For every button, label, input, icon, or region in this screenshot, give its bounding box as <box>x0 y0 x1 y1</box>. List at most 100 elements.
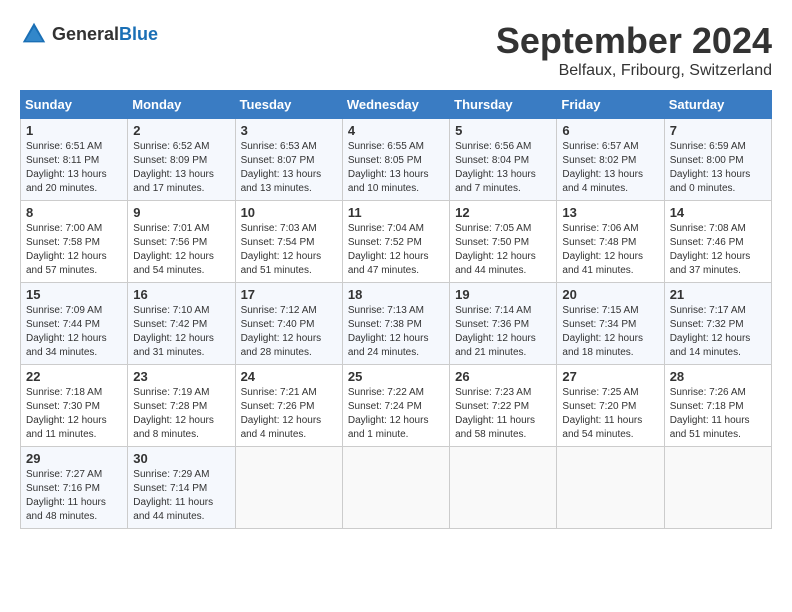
day-info: Sunrise: 7:09 AM Sunset: 7:44 PM Dayligh… <box>26 304 122 360</box>
daylight-text: Daylight: 11 hours and 54 minutes. <box>562 415 642 440</box>
sunset-text: Sunset: 8:09 PM <box>133 155 207 166</box>
sunset-text: Sunset: 7:18 PM <box>670 401 744 412</box>
day-number: 5 <box>455 123 551 138</box>
sunrise-text: Sunrise: 7:25 AM <box>562 387 638 398</box>
daylight-text: Daylight: 13 hours and 7 minutes. <box>455 169 536 194</box>
day-info: Sunrise: 7:06 AM Sunset: 7:48 PM Dayligh… <box>562 222 658 278</box>
daylight-text: Daylight: 12 hours and 28 minutes. <box>241 333 322 358</box>
daylight-text: Daylight: 13 hours and 0 minutes. <box>670 169 751 194</box>
calendar-cell: 21 Sunrise: 7:17 AM Sunset: 7:32 PM Dayl… <box>664 283 771 365</box>
calendar-cell: 26 Sunrise: 7:23 AM Sunset: 7:22 PM Dayl… <box>450 365 557 447</box>
daylight-text: Daylight: 13 hours and 13 minutes. <box>241 169 322 194</box>
day-number: 16 <box>133 287 229 302</box>
sunset-text: Sunset: 7:52 PM <box>348 237 422 248</box>
sunrise-text: Sunrise: 6:59 AM <box>670 141 746 152</box>
day-number: 24 <box>241 369 337 384</box>
day-info: Sunrise: 6:59 AM Sunset: 8:00 PM Dayligh… <box>670 140 766 196</box>
calendar-cell: 28 Sunrise: 7:26 AM Sunset: 7:18 PM Dayl… <box>664 365 771 447</box>
sunset-text: Sunset: 7:40 PM <box>241 319 315 330</box>
day-number: 25 <box>348 369 444 384</box>
daylight-text: Daylight: 12 hours and 57 minutes. <box>26 251 107 276</box>
day-info: Sunrise: 7:14 AM Sunset: 7:36 PM Dayligh… <box>455 304 551 360</box>
calendar-cell: 23 Sunrise: 7:19 AM Sunset: 7:28 PM Dayl… <box>128 365 235 447</box>
calendar-cell: 16 Sunrise: 7:10 AM Sunset: 7:42 PM Dayl… <box>128 283 235 365</box>
sunset-text: Sunset: 7:38 PM <box>348 319 422 330</box>
day-info: Sunrise: 6:51 AM Sunset: 8:11 PM Dayligh… <box>26 140 122 196</box>
title-section: September 2024 Belfaux, Fribourg, Switze… <box>496 20 772 80</box>
location-title: Belfaux, Fribourg, Switzerland <box>496 62 772 80</box>
calendar-week-row: 1 Sunrise: 6:51 AM Sunset: 8:11 PM Dayli… <box>21 119 772 201</box>
calendar-cell: 8 Sunrise: 7:00 AM Sunset: 7:58 PM Dayli… <box>21 201 128 283</box>
daylight-text: Daylight: 12 hours and 54 minutes. <box>133 251 214 276</box>
daylight-text: Daylight: 11 hours and 48 minutes. <box>26 497 106 522</box>
day-number: 1 <box>26 123 122 138</box>
sunrise-text: Sunrise: 7:13 AM <box>348 305 424 316</box>
sunset-text: Sunset: 7:58 PM <box>26 237 100 248</box>
day-info: Sunrise: 7:08 AM Sunset: 7:46 PM Dayligh… <box>670 222 766 278</box>
sunrise-text: Sunrise: 7:15 AM <box>562 305 638 316</box>
weekday-header-friday: Friday <box>557 91 664 119</box>
calendar-week-row: 29 Sunrise: 7:27 AM Sunset: 7:16 PM Dayl… <box>21 447 772 529</box>
calendar-cell: 13 Sunrise: 7:06 AM Sunset: 7:48 PM Dayl… <box>557 201 664 283</box>
calendar-table: SundayMondayTuesdayWednesdayThursdayFrid… <box>20 90 772 529</box>
sunrise-text: Sunrise: 6:55 AM <box>348 141 424 152</box>
calendar-cell: 30 Sunrise: 7:29 AM Sunset: 7:14 PM Dayl… <box>128 447 235 529</box>
calendar-week-row: 15 Sunrise: 7:09 AM Sunset: 7:44 PM Dayl… <box>21 283 772 365</box>
sunset-text: Sunset: 8:02 PM <box>562 155 636 166</box>
calendar-cell: 27 Sunrise: 7:25 AM Sunset: 7:20 PM Dayl… <box>557 365 664 447</box>
sunset-text: Sunset: 7:44 PM <box>26 319 100 330</box>
day-info: Sunrise: 7:25 AM Sunset: 7:20 PM Dayligh… <box>562 386 658 442</box>
day-number: 12 <box>455 205 551 220</box>
daylight-text: Daylight: 12 hours and 41 minutes. <box>562 251 643 276</box>
calendar-cell: 17 Sunrise: 7:12 AM Sunset: 7:40 PM Dayl… <box>235 283 342 365</box>
day-info: Sunrise: 7:27 AM Sunset: 7:16 PM Dayligh… <box>26 468 122 524</box>
sunrise-text: Sunrise: 7:12 AM <box>241 305 317 316</box>
sunset-text: Sunset: 8:00 PM <box>670 155 744 166</box>
daylight-text: Daylight: 12 hours and 4 minutes. <box>241 415 322 440</box>
calendar-week-row: 22 Sunrise: 7:18 AM Sunset: 7:30 PM Dayl… <box>21 365 772 447</box>
sunrise-text: Sunrise: 7:08 AM <box>670 223 746 234</box>
day-number: 23 <box>133 369 229 384</box>
daylight-text: Daylight: 12 hours and 11 minutes. <box>26 415 107 440</box>
calendar-cell: 4 Sunrise: 6:55 AM Sunset: 8:05 PM Dayli… <box>342 119 449 201</box>
daylight-text: Daylight: 13 hours and 4 minutes. <box>562 169 643 194</box>
day-info: Sunrise: 7:15 AM Sunset: 7:34 PM Dayligh… <box>562 304 658 360</box>
sunrise-text: Sunrise: 6:52 AM <box>133 141 209 152</box>
weekday-header-wednesday: Wednesday <box>342 91 449 119</box>
daylight-text: Daylight: 12 hours and 47 minutes. <box>348 251 429 276</box>
sunrise-text: Sunrise: 6:57 AM <box>562 141 638 152</box>
day-number: 19 <box>455 287 551 302</box>
sunrise-text: Sunrise: 7:04 AM <box>348 223 424 234</box>
calendar-cell: 10 Sunrise: 7:03 AM Sunset: 7:54 PM Dayl… <box>235 201 342 283</box>
day-number: 27 <box>562 369 658 384</box>
daylight-text: Daylight: 12 hours and 37 minutes. <box>670 251 751 276</box>
sunset-text: Sunset: 7:16 PM <box>26 483 100 494</box>
calendar-cell: 1 Sunrise: 6:51 AM Sunset: 8:11 PM Dayli… <box>21 119 128 201</box>
calendar-week-row: 8 Sunrise: 7:00 AM Sunset: 7:58 PM Dayli… <box>21 201 772 283</box>
weekday-header-thursday: Thursday <box>450 91 557 119</box>
sunrise-text: Sunrise: 7:27 AM <box>26 469 102 480</box>
day-number: 3 <box>241 123 337 138</box>
sunrise-text: Sunrise: 7:19 AM <box>133 387 209 398</box>
day-number: 4 <box>348 123 444 138</box>
sunset-text: Sunset: 7:46 PM <box>670 237 744 248</box>
day-number: 26 <box>455 369 551 384</box>
sunset-text: Sunset: 8:05 PM <box>348 155 422 166</box>
day-number: 18 <box>348 287 444 302</box>
day-number: 17 <box>241 287 337 302</box>
weekday-header-saturday: Saturday <box>664 91 771 119</box>
weekday-header-sunday: Sunday <box>21 91 128 119</box>
weekday-header-row: SundayMondayTuesdayWednesdayThursdayFrid… <box>21 91 772 119</box>
sunrise-text: Sunrise: 7:03 AM <box>241 223 317 234</box>
sunrise-text: Sunrise: 7:26 AM <box>670 387 746 398</box>
day-number: 10 <box>241 205 337 220</box>
logo-general: General <box>52 24 119 44</box>
calendar-cell: 14 Sunrise: 7:08 AM Sunset: 7:46 PM Dayl… <box>664 201 771 283</box>
sunrise-text: Sunrise: 7:09 AM <box>26 305 102 316</box>
day-info: Sunrise: 7:26 AM Sunset: 7:18 PM Dayligh… <box>670 386 766 442</box>
sunrise-text: Sunrise: 7:05 AM <box>455 223 531 234</box>
day-info: Sunrise: 7:21 AM Sunset: 7:26 PM Dayligh… <box>241 386 337 442</box>
calendar-cell: 22 Sunrise: 7:18 AM Sunset: 7:30 PM Dayl… <box>21 365 128 447</box>
daylight-text: Daylight: 12 hours and 18 minutes. <box>562 333 643 358</box>
sunrise-text: Sunrise: 7:06 AM <box>562 223 638 234</box>
